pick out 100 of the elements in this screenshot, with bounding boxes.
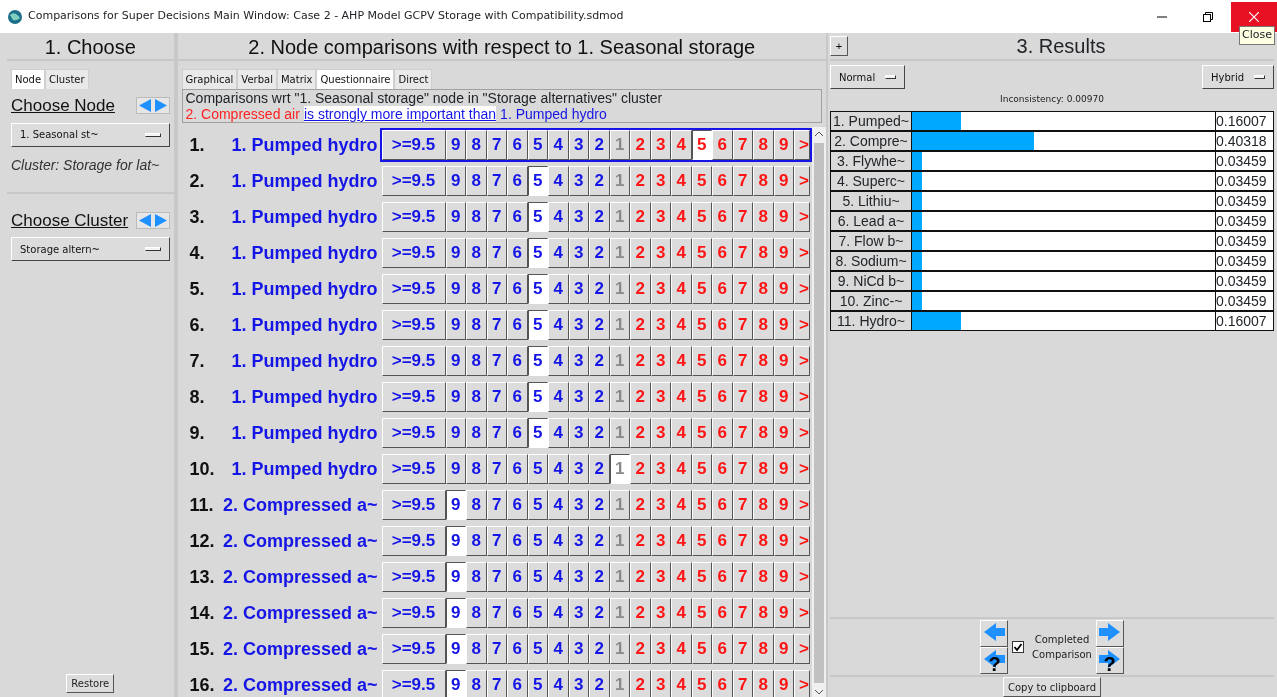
scale-button[interactable]: 2 [589,274,610,304]
scale-button[interactable]: 3 [568,130,589,160]
scale-button[interactable]: 9 [445,670,466,697]
scale-button[interactable]: 9 [445,490,466,520]
next-button[interactable] [1095,620,1124,647]
scale-button[interactable]: 6 [507,346,528,376]
previous-button[interactable] [980,620,1009,647]
scale-button[interactable]: 9 [445,166,466,196]
scale-button[interactable]: >=9.5 [381,598,446,628]
scale-button[interactable]: >=9.5 [381,418,446,448]
prev-next-arrows-icon[interactable] [135,97,170,115]
scale-button[interactable]: 3 [568,598,589,628]
scale-button[interactable]: 2 [589,562,610,592]
scale-button[interactable]: 5 [527,454,548,484]
scale-button[interactable]: 3 [568,562,589,592]
restore-button[interactable]: Restore [66,674,115,693]
scale-button[interactable]: 2 [589,382,610,412]
scale-button[interactable]: 6 [507,130,528,160]
scale-button[interactable]: 5 [527,562,548,592]
scale-button[interactable]: 8 [466,634,487,664]
scrollbar[interactable] [812,127,826,697]
scale-button[interactable]: 4 [548,310,569,340]
scale-button[interactable]: 3 [568,526,589,556]
scale-button[interactable]: 3 [568,274,589,304]
scale-button[interactable]: 3 [568,310,589,340]
scale-button[interactable]: 8 [466,598,487,628]
scale-button[interactable]: >=9.5 [381,274,446,304]
scale-button[interactable]: >=9.5 [381,490,446,520]
copy-to-clipboard-button[interactable]: Copy to clipboard [1002,677,1101,697]
scale-button[interactable]: 6 [507,454,528,484]
scale-button[interactable]: 8 [466,202,487,232]
scale-button[interactable]: 5 [527,346,548,376]
close-button[interactable] [1231,1,1277,32]
scale-button[interactable]: 8 [466,382,487,412]
scale-button[interactable]: 6 [507,598,528,628]
scale-button[interactable]: 2 [589,454,610,484]
scale-button[interactable]: 5 [527,526,548,556]
scale-button[interactable]: >=9.5 [381,310,446,340]
scale-button[interactable]: 7 [486,202,507,232]
scale-button[interactable]: 3 [568,166,589,196]
scale-button[interactable]: 6 [507,202,528,232]
expand-button[interactable]: + [830,36,848,56]
scale-button[interactable]: 9 [445,310,466,340]
scale-button[interactable]: 6 [507,166,528,196]
scale-button[interactable]: >=9.5 [381,346,446,376]
scale-button[interactable]: 7 [486,562,507,592]
scale-button[interactable]: 7 [486,382,507,412]
scale-button[interactable]: 4 [548,490,569,520]
scale-button[interactable]: 7 [486,274,507,304]
scale-button[interactable]: >=9.5 [381,238,446,268]
scale-button[interactable]: 7 [486,598,507,628]
scale-button[interactable]: 3 [568,238,589,268]
scale-button[interactable]: 7 [486,310,507,340]
scale-button[interactable]: 1 [609,454,630,484]
scale-button[interactable]: 9 [445,562,466,592]
scale-button[interactable]: 4 [548,274,569,304]
scale-button[interactable]: 4 [548,562,569,592]
scale-button[interactable]: 8 [466,274,487,304]
tab[interactable]: Questionnaire [316,69,395,89]
scale-button[interactable]: 2 [589,238,610,268]
scale-button[interactable]: 5 [527,310,548,340]
scale-button[interactable]: 2 [589,310,610,340]
scale-button[interactable]: 4 [548,634,569,664]
scale-button[interactable]: 4 [548,454,569,484]
scale-button[interactable]: 3 [568,490,589,520]
tab[interactable]: Direct [394,69,433,89]
scale-button[interactable]: 9 [445,454,466,484]
scale-button[interactable]: 8 [466,526,487,556]
scale-button[interactable]: 5 [691,130,712,160]
cluster-dropdown[interactable]: Storage altern~ [11,237,170,261]
scale-button[interactable]: 7 [486,634,507,664]
scale-button[interactable]: 4 [548,598,569,628]
node-dropdown[interactable]: 1. Seasonal st~ [11,122,170,147]
tab[interactable]: Node [11,69,46,89]
scale-button[interactable]: 8 [466,346,487,376]
scale-button[interactable]: 9 [445,418,466,448]
scale-button[interactable]: 5 [527,670,548,697]
scale-button[interactable]: 5 [527,634,548,664]
scale-button[interactable]: 4 [548,238,569,268]
scale-button[interactable]: 7 [486,490,507,520]
scale-button[interactable]: 6 [507,634,528,664]
scale-button[interactable]: 6 [507,526,528,556]
scale-button[interactable]: >=9.5 [381,166,446,196]
scale-button[interactable]: 9 [445,598,466,628]
scale-button[interactable]: 8 [466,490,487,520]
scale-button[interactable]: 7 [486,166,507,196]
scale-button[interactable]: 3 [568,202,589,232]
scale-button[interactable]: 3 [568,382,589,412]
scale-button[interactable]: 5 [527,490,548,520]
scale-button[interactable]: 8 [466,238,487,268]
scale-button[interactable]: 7 [486,346,507,376]
scale-button[interactable]: 9 [445,202,466,232]
scale-button[interactable]: 2 [589,490,610,520]
scale-button[interactable]: 4 [548,670,569,697]
scale-button[interactable]: 2 [589,418,610,448]
scale-button[interactable]: 8 [466,454,487,484]
method-dropdown[interactable]: Hybrid [1202,65,1274,89]
scale-button[interactable]: 4 [548,202,569,232]
scale-button[interactable]: >=9.5 [381,634,446,664]
scale-button[interactable]: 4 [548,166,569,196]
